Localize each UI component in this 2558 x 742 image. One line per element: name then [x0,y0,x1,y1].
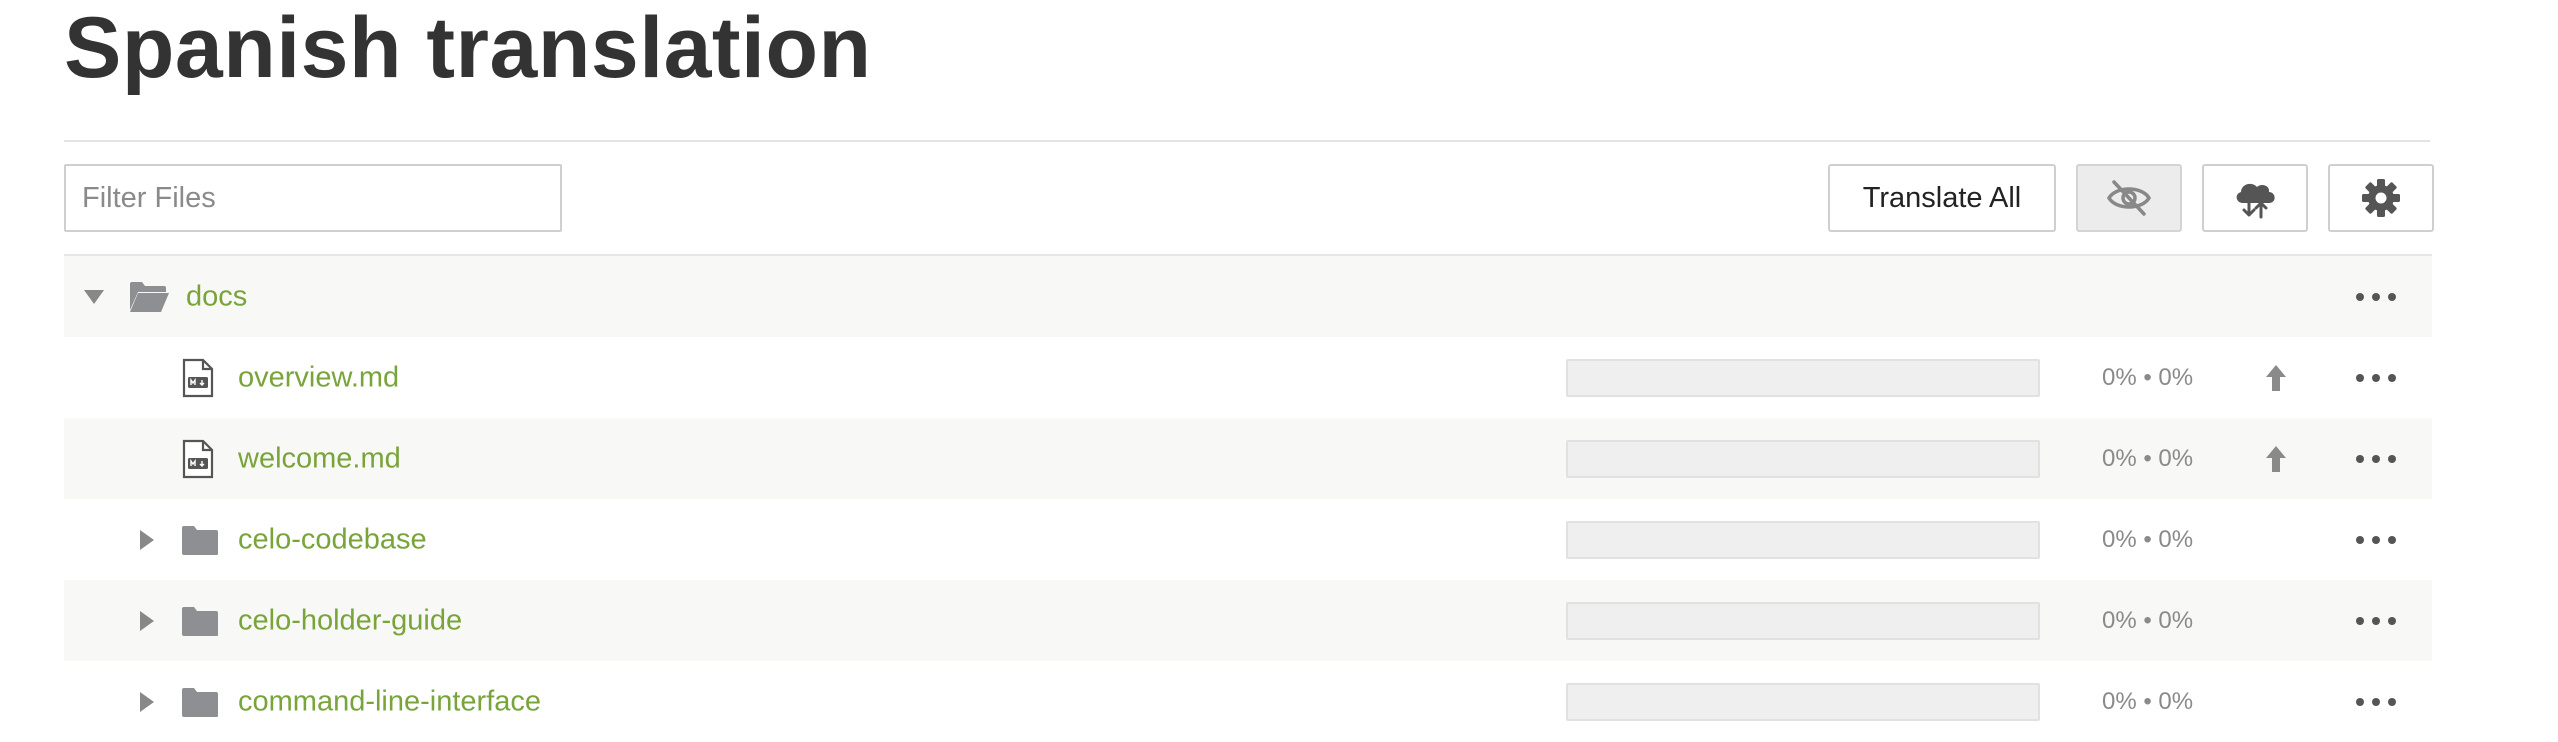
more-options-button[interactable] [2356,611,2396,631]
eye-slash-icon [2106,180,2152,216]
gear-icon [2362,179,2400,217]
tree-row-folder[interactable]: celo-codebase 0% • 0% [64,499,2432,580]
progress-stats: 0% • 0% [2102,363,2194,391]
folder-name[interactable]: docs [186,280,247,313]
progress-stats: 0% • 0% [2102,606,2194,634]
file-name[interactable]: welcome.md [238,442,401,475]
tree-row-docs[interactable]: docs [64,256,2432,337]
cloud-sync-icon [2236,183,2275,219]
page-title: Spanish translation [64,0,872,96]
more-options-button[interactable] [2356,692,2396,712]
settings-button[interactable] [2328,164,2434,232]
progress-bar [1566,682,2040,721]
divider [64,140,2430,142]
markdown-file-icon [182,439,214,478]
tree-row-file[interactable]: welcome.md 0% • 0% [64,418,2432,499]
file-name[interactable]: overview.md [238,361,399,394]
tree-row-folder[interactable]: celo-holder-guide 0% • 0% [64,580,2432,661]
expand-toggle[interactable] [140,610,154,631]
progress-bar [1566,358,2040,397]
translate-all-button[interactable]: Translate All [1828,164,2056,232]
more-options-button[interactable] [2356,449,2396,469]
more-options-button[interactable] [2356,368,2396,388]
folder-open-icon [130,281,169,312]
folder-name[interactable]: celo-codebase [238,523,427,556]
expand-toggle[interactable] [140,529,154,550]
progress-stats: 0% • 0% [2102,525,2194,553]
filter-files-input[interactable] [64,164,562,232]
folder-name[interactable]: celo-holder-guide [238,604,462,637]
expand-toggle[interactable] [140,691,154,712]
upload-arrow-icon[interactable] [2264,363,2288,393]
progress-bar [1566,439,2040,478]
progress-bar [1566,520,2040,559]
upload-arrow-icon[interactable] [2264,444,2288,474]
tree-row-file[interactable]: overview.md 0% • 0% [64,337,2432,418]
folder-icon [182,606,218,636]
file-tree: docs overview.md 0% • 0% welcome.md 0% •… [64,254,2432,742]
folder-name[interactable]: command-line-interface [238,685,541,718]
sync-button[interactable] [2202,164,2308,232]
more-options-button[interactable] [2356,287,2396,307]
folder-icon [182,525,218,555]
collapse-toggle[interactable] [84,289,104,304]
hide-untranslated-button[interactable] [2076,164,2182,232]
progress-stats: 0% • 0% [2102,687,2194,715]
progress-stats: 0% • 0% [2102,444,2194,472]
page: Spanish translation Translate All [0,0,2558,742]
tree-row-folder[interactable]: command-line-interface 0% • 0% [64,661,2432,742]
more-options-button[interactable] [2356,530,2396,550]
markdown-file-icon [182,358,214,397]
progress-bar [1566,601,2040,640]
folder-icon [182,687,218,717]
